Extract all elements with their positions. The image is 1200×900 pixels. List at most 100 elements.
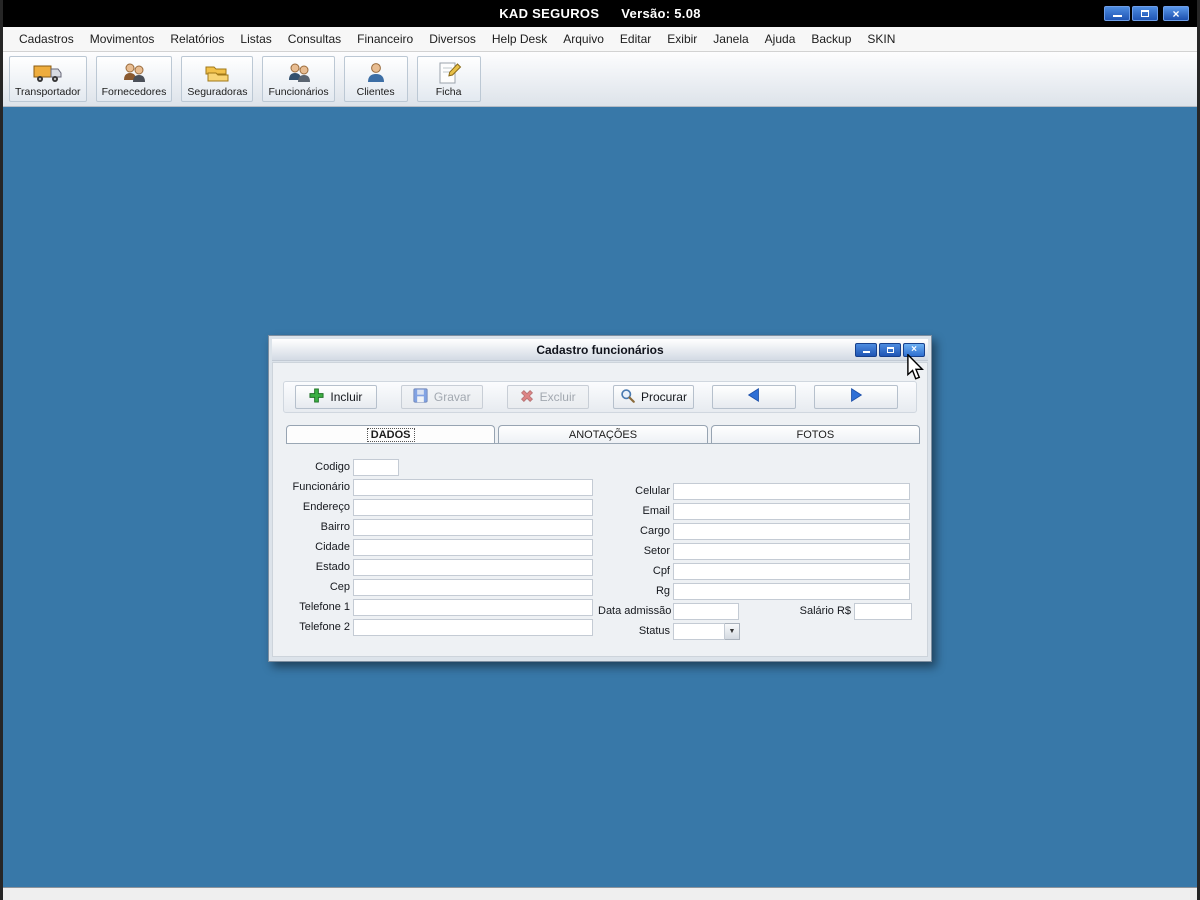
menu-arquivo[interactable]: Arquivo: [555, 27, 612, 52]
menu-listas[interactable]: Listas: [232, 27, 279, 52]
toolbar-fornecedores-button[interactable]: Fornecedores: [95, 56, 173, 102]
form-row: Cep: [283, 577, 605, 597]
telefone1-input[interactable]: [353, 598, 593, 616]
toolbar-ficha-button[interactable]: Ficha: [416, 56, 481, 102]
menu-editar[interactable]: Editar: [612, 27, 659, 52]
menu-movimentos[interactable]: Movimentos: [82, 27, 163, 52]
procurar-button[interactable]: Procurar: [612, 385, 695, 409]
dialog-window-controls: ×: [853, 343, 925, 357]
next-record-button[interactable]: [814, 385, 898, 409]
cidade-input[interactable]: [353, 538, 593, 556]
menu-helpdesk[interactable]: Help Desk: [484, 27, 555, 52]
dialog-minimize-button[interactable]: [855, 343, 877, 357]
form-right-column: Celular Email Cargo Setor Cpf Rg Data ad…: [598, 481, 934, 641]
funcionario-input[interactable]: [353, 478, 593, 496]
cargo-input[interactable]: [673, 522, 910, 540]
window-statusbar: [3, 887, 1197, 900]
dialog-maximize-button[interactable]: [879, 343, 901, 357]
incluir-button[interactable]: Incluir: [295, 385, 377, 409]
maximize-button[interactable]: [1132, 6, 1158, 21]
form-row: Data admissão Salário R$: [598, 601, 934, 621]
menu-cadastros[interactable]: Cadastros: [11, 27, 82, 52]
button-label: Incluir: [330, 390, 363, 404]
menu-relatorios[interactable]: Relatórios: [162, 27, 232, 52]
data-admissao-label: Data admissão: [598, 605, 672, 617]
menu-skin[interactable]: SKIN: [859, 27, 903, 52]
salario-input[interactable]: [854, 602, 912, 620]
arrow-left-icon: [745, 387, 763, 408]
main-toolbar: Transportador Fornecedores Seguradoras F…: [3, 52, 1197, 107]
form-row: Telefone 1: [283, 597, 605, 617]
cadastro-funcionarios-dialog: Cadastro funcionários × Incluir Gravar E…: [268, 335, 932, 662]
cpf-input[interactable]: [673, 562, 910, 580]
data-admissao-input[interactable]: [673, 602, 739, 620]
toolbar-seguradoras-button[interactable]: Seguradoras: [181, 56, 254, 102]
button-label: Excluir: [539, 390, 576, 404]
celular-input[interactable]: [673, 482, 910, 500]
tab-fotos[interactable]: FOTOS: [710, 425, 920, 443]
menu-consultas[interactable]: Consultas: [280, 27, 349, 52]
menu-exibir[interactable]: Exibir: [659, 27, 705, 52]
rg-input[interactable]: [673, 582, 910, 600]
endereco-input[interactable]: [353, 498, 593, 516]
endereco-label: Endereço: [302, 501, 350, 513]
estado-input[interactable]: [353, 558, 593, 576]
minimize-icon: [862, 350, 870, 353]
toolbar-label: Clientes: [356, 86, 395, 98]
menu-janela[interactable]: Janela: [705, 27, 756, 52]
close-icon: ×: [1172, 6, 1180, 21]
dialog-title: Cadastro funcionários: [536, 343, 664, 357]
form-row: Telefone 2: [283, 617, 605, 637]
dialog-titlebar[interactable]: Cadastro funcionários ×: [272, 339, 928, 361]
bairro-label: Bairro: [320, 521, 350, 533]
tab-dados[interactable]: DADOS: [286, 425, 496, 443]
cep-input[interactable]: [353, 578, 593, 596]
dialog-body: Incluir Gravar Excluir Procurar DADOS AN…: [272, 362, 928, 657]
form-row: Cidade: [283, 537, 605, 557]
excluir-button[interactable]: Excluir: [506, 385, 589, 409]
close-button[interactable]: ×: [1163, 6, 1189, 21]
menu-financeiro[interactable]: Financeiro: [349, 27, 421, 52]
bairro-input[interactable]: [353, 518, 593, 536]
mdi-desktop: Cadastro funcionários × Incluir Gravar E…: [3, 107, 1197, 887]
dialog-action-panel: Incluir Gravar Excluir Procurar: [283, 381, 917, 413]
arrow-right-icon: [847, 387, 865, 408]
form-row: Codigo: [283, 457, 605, 477]
close-icon: ×: [911, 344, 917, 355]
status-label: Status: [638, 625, 670, 637]
setor-input[interactable]: [673, 542, 910, 560]
setor-label: Setor: [643, 545, 670, 557]
status-input[interactable]: [673, 622, 725, 640]
form-row: Status ▼: [598, 621, 934, 641]
gravar-button[interactable]: Gravar: [400, 385, 483, 409]
email-input[interactable]: [673, 502, 910, 520]
employees-icon: [286, 59, 312, 86]
main-titlebar[interactable]: KAD SEGUROS Versão: 5.08 ×: [3, 0, 1197, 27]
toolbar-label: Ficha: [435, 86, 462, 98]
menu-diversos[interactable]: Diversos: [421, 27, 484, 52]
cep-label: Cep: [329, 581, 350, 593]
delete-icon: [520, 389, 534, 406]
menu-backup[interactable]: Backup: [803, 27, 859, 52]
toolbar-clientes-button[interactable]: Clientes: [343, 56, 408, 102]
minimize-button[interactable]: [1104, 6, 1130, 21]
menu-ajuda[interactable]: Ajuda: [757, 27, 804, 52]
form-row: Celular: [598, 481, 934, 501]
previous-record-button[interactable]: [712, 385, 797, 409]
status-dropdown-button[interactable]: ▼: [725, 622, 740, 640]
plus-icon: [309, 388, 324, 406]
dialog-close-button[interactable]: ×: [903, 343, 925, 357]
folders-icon: [203, 59, 231, 86]
telefone1-label: Telefone 1: [299, 601, 350, 613]
form-row: Estado: [283, 557, 605, 577]
search-icon: [620, 388, 635, 406]
app-version: Versão: 5.08: [621, 6, 701, 21]
codigo-input[interactable]: [353, 458, 399, 476]
toolbar-funcionarios-button[interactable]: Funcionários: [262, 56, 335, 102]
telefone2-input[interactable]: [353, 618, 593, 636]
minimize-icon: [1112, 14, 1122, 17]
rg-label: Rg: [655, 585, 670, 597]
tab-label: FOTOS: [796, 428, 835, 441]
tab-anotacoes[interactable]: ANOTAÇÕES: [498, 425, 708, 443]
toolbar-transportador-button[interactable]: Transportador: [9, 56, 87, 102]
